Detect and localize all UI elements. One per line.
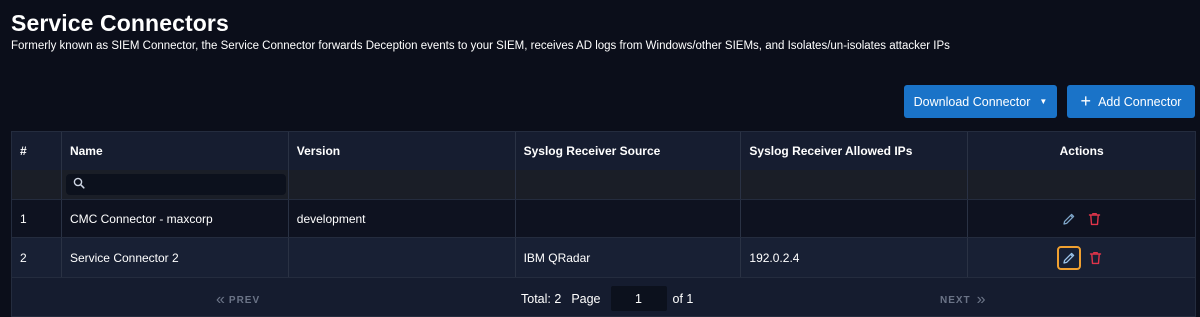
row-actions — [968, 200, 1195, 237]
column-header-actions: Actions — [1059, 144, 1104, 158]
edit-icon[interactable] — [1058, 208, 1080, 230]
prev-page-button[interactable]: « PREV — [216, 291, 260, 309]
pagination-bar: « PREV Total: 2 Page of 1 NEXT » — [12, 277, 1195, 316]
next-page-button[interactable]: NEXT » — [940, 291, 986, 309]
connectors-table: # Name Version Syslog Receiver Source Sy… — [11, 131, 1196, 317]
filter-cell-ips — [741, 170, 969, 199]
page-label: Page — [571, 291, 601, 306]
filter-cell-version — [289, 170, 516, 199]
column-header-allowed-ips[interactable]: Syslog Receiver Allowed IPs — [741, 132, 969, 170]
row-name: CMC Connector - maxcorp — [62, 200, 289, 237]
row-index: 2 — [12, 238, 62, 277]
column-header-index[interactable]: # — [12, 132, 62, 170]
row-actions — [968, 238, 1195, 277]
add-connector-label: Add Connector — [1098, 94, 1182, 109]
total-count: Total: 2 — [521, 291, 562, 306]
row-version: development — [289, 200, 516, 237]
search-icon — [73, 177, 85, 192]
page-number-input[interactable] — [610, 286, 667, 311]
page-subtitle: Formerly known as SIEM Connector, the Se… — [11, 40, 950, 52]
next-label: NEXT — [940, 294, 971, 306]
table-row[interactable]: 2 Service Connector 2 IBM QRadar 192.0.2… — [12, 237, 1195, 277]
page-indicator: Total: 2 Page of 1 — [521, 286, 693, 311]
page-title: Service Connectors — [11, 10, 229, 36]
row-syslog-source — [516, 200, 742, 237]
row-allowed-ips: 192.0.2.4 — [741, 238, 969, 277]
double-chevron-left-icon: « — [216, 291, 225, 308]
table-row[interactable]: 1 CMC Connector - maxcorp development — [12, 199, 1195, 237]
double-chevron-right-icon: » — [976, 291, 986, 308]
filter-cell-actions — [968, 170, 1195, 199]
caret-down-icon: ▼ — [1039, 97, 1048, 106]
filter-cell-source — [516, 170, 742, 199]
name-search-box[interactable] — [65, 174, 286, 195]
row-index: 1 — [12, 200, 62, 237]
filter-cell-index — [12, 170, 62, 199]
column-header-syslog-source[interactable]: Syslog Receiver Source — [516, 132, 742, 170]
table-header-row: # Name Version Syslog Receiver Source Sy… — [12, 132, 1195, 170]
page-of-label: of 1 — [672, 291, 694, 306]
row-allowed-ips — [741, 200, 969, 237]
edit-icon[interactable] — [1057, 245, 1082, 270]
filter-cell-name — [62, 170, 289, 199]
row-name: Service Connector 2 — [62, 238, 289, 277]
download-connector-button[interactable]: Download Connector ▼ — [904, 85, 1057, 118]
delete-icon[interactable] — [1084, 247, 1106, 269]
column-header-version[interactable]: Version — [289, 132, 516, 170]
add-connector-button[interactable]: + Add Connector — [1067, 85, 1195, 118]
row-syslog-source: IBM QRadar — [516, 238, 742, 277]
delete-icon[interactable] — [1083, 208, 1105, 230]
name-search-input[interactable] — [90, 177, 281, 192]
plus-icon: + — [1080, 90, 1092, 111]
row-version — [289, 238, 516, 277]
download-connector-label: Download Connector — [913, 94, 1031, 109]
table-filter-row — [12, 170, 1195, 199]
column-header-name[interactable]: Name — [62, 132, 289, 170]
prev-label: PREV — [228, 294, 261, 306]
